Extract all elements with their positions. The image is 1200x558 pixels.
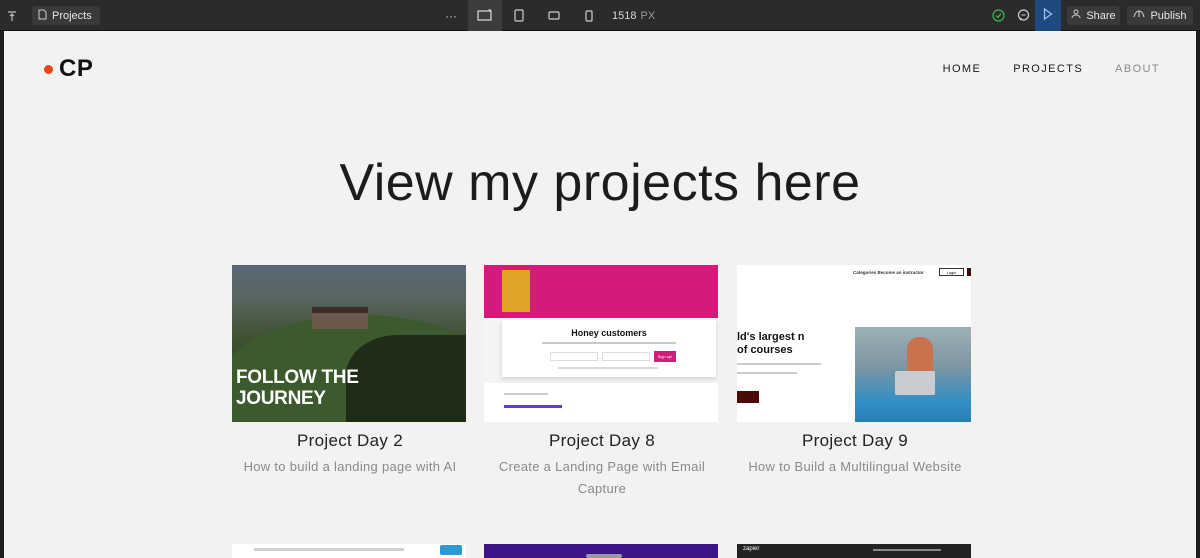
project-title: Project Day 8 [549, 431, 655, 450]
project-card[interactable]: Categories Become an instructor Login ld… [737, 265, 973, 478]
share-label: Share [1086, 9, 1116, 22]
preview-button[interactable] [1035, 0, 1061, 31]
publish-button[interactable]: Publish [1127, 6, 1193, 25]
tablet-breakpoint-icon[interactable] [508, 0, 530, 31]
nav-projects[interactable]: PROJECTS [1013, 63, 1083, 75]
thumb-product-image [502, 270, 530, 312]
project-title: Project Day 9 [802, 431, 908, 450]
publish-icon [1133, 9, 1145, 22]
project-thumbnail[interactable]: Categories Become an instructor Login ld… [737, 265, 971, 422]
play-icon [1043, 7, 1053, 23]
site-logo[interactable]: CP [44, 55, 93, 83]
thumb-house [312, 307, 368, 329]
thumb-login-button: Login [939, 268, 964, 276]
comment-icon[interactable] [1012, 0, 1034, 31]
desktop-breakpoint-icon[interactable] [468, 0, 502, 31]
thumb-photo [855, 327, 971, 422]
breakpoint-width-unit: PX [640, 9, 656, 22]
laptop-icon [895, 371, 935, 395]
share-button[interactable]: Share [1067, 6, 1120, 25]
more-options-button[interactable]: ··· [440, 0, 462, 31]
logo-dot [44, 64, 53, 74]
breakpoint-width-value: 1518 [612, 9, 637, 22]
site-nav: HOME PROJECTS ABOUT [943, 63, 1160, 75]
thumb-headline: ld's largest n of courses [737, 331, 805, 356]
project-description: How to build a landing page with AI [243, 459, 457, 474]
check-circle-icon[interactable] [988, 0, 1008, 31]
breakpoint-width-readout: 1518 PX [612, 0, 655, 31]
project-thumbnail[interactable]: FOLLOW THE JOURNEY [232, 265, 466, 422]
project-card[interactable]: Honey customers Sign up! Project Day 8 C… [484, 265, 720, 500]
pin-icon[interactable] [4, 0, 20, 31]
thumb-form-title: Honey customers [571, 328, 647, 338]
project-thumbnail[interactable]: Honey customers Sign up! [484, 265, 718, 422]
nav-about[interactable]: ABOUT [1115, 63, 1160, 75]
logo-text: CP [59, 55, 94, 82]
thumb-signup-button: Sign up! [654, 351, 676, 362]
pages-dropdown[interactable]: Projects [32, 6, 100, 25]
user-icon [1071, 9, 1081, 22]
publish-label: Publish [1150, 9, 1187, 22]
project-description: Create a Landing Page with Email Capture [498, 459, 706, 496]
project-description: How to Build a Multilingual Website [748, 459, 962, 474]
nav-home[interactable]: HOME [943, 63, 982, 75]
site-canvas: CP HOME PROJECTS ABOUT View my projects … [4, 31, 1196, 558]
pages-label: Projects [52, 9, 92, 22]
thumb-signup-form: Honey customers Sign up! [502, 320, 716, 377]
project-card[interactable]: FOLLOW THE JOURNEY Project Day 2 How to … [232, 265, 468, 478]
mobile-portrait-icon[interactable] [579, 0, 599, 31]
project-title: Project Day 2 [297, 431, 403, 450]
thumb-headline: FOLLOW THE JOURNEY [236, 367, 359, 409]
page-icon [38, 9, 47, 23]
thumb-nav: Categories Become an instructor [853, 270, 924, 275]
editor-toolbar: Projects ··· 1518 PX Share Publish [0, 0, 1200, 31]
horizontal-scrollbar[interactable] [586, 554, 622, 558]
thumb-brand: zapier [743, 546, 760, 552]
project-thumbnail[interactable] [232, 544, 466, 558]
mobile-landscape-icon[interactable] [543, 0, 565, 31]
page-heading: View my projects here [339, 154, 861, 212]
project-thumbnail[interactable]: zapier [737, 544, 971, 558]
